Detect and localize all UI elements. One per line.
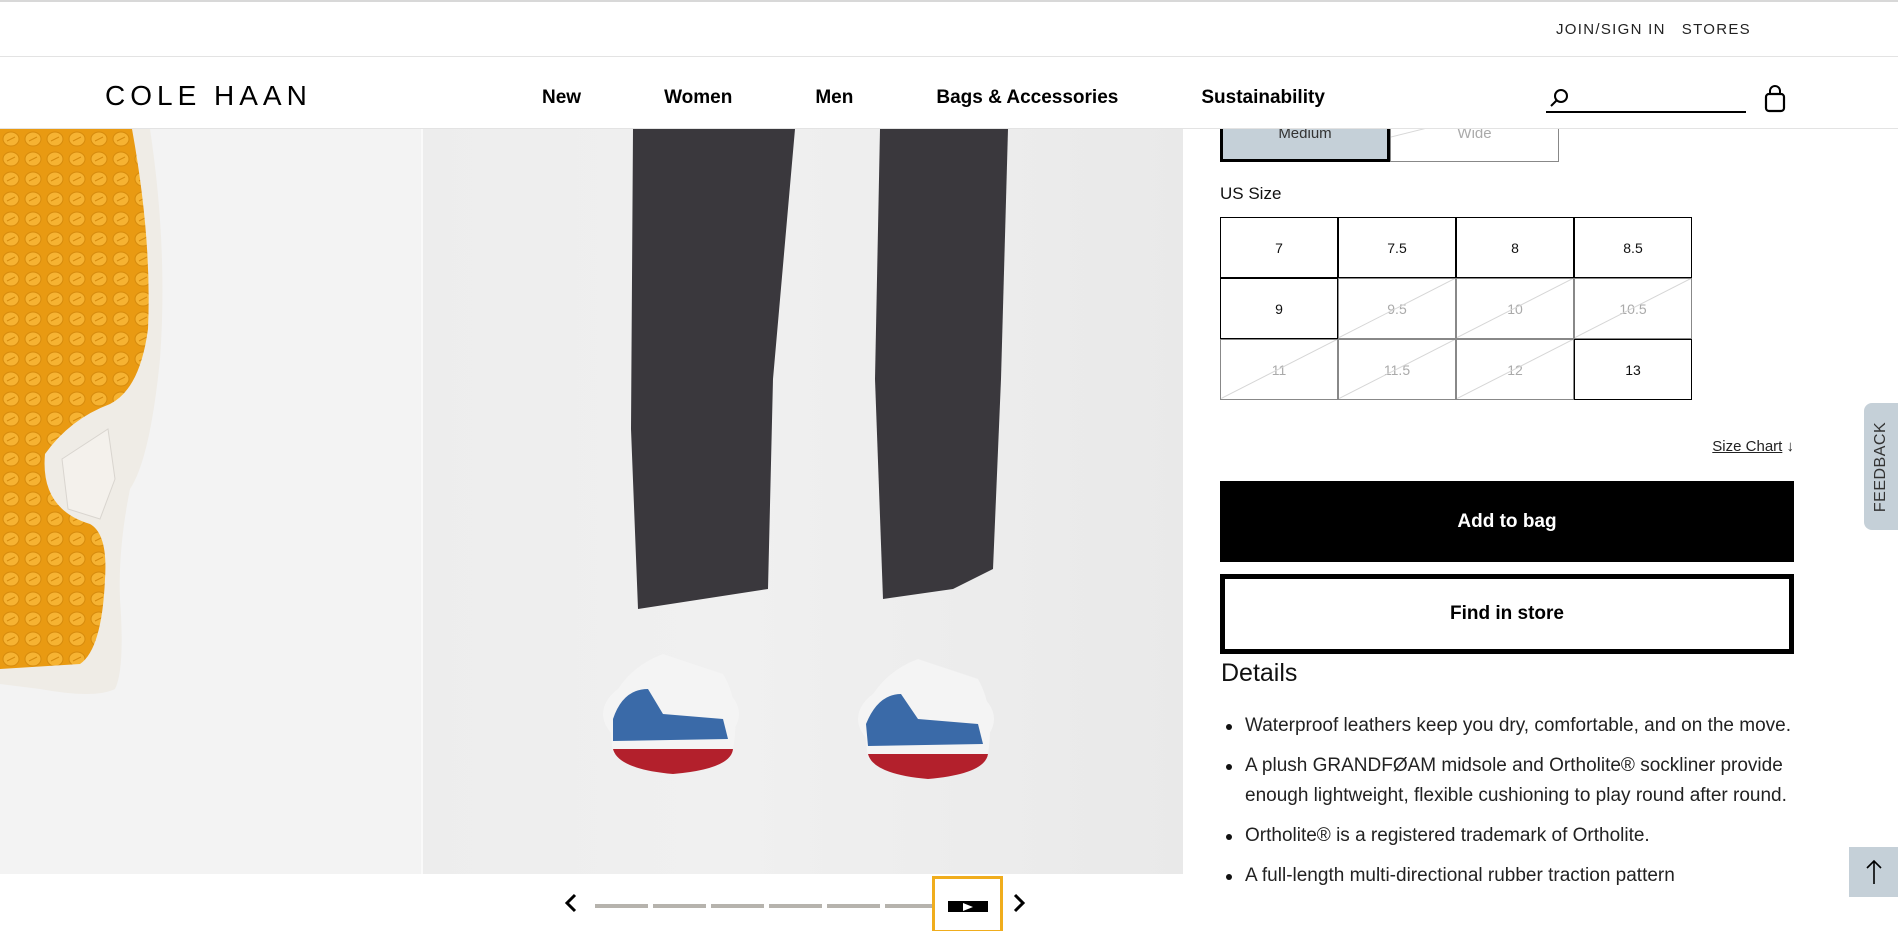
join-sign-in-link[interactable]: JOIN/SIGN IN — [1556, 21, 1666, 38]
arrow-down-icon: ↓ — [1786, 438, 1795, 455]
carousel-indicator[interactable] — [769, 904, 822, 908]
chevron-right-icon[interactable] — [1010, 892, 1028, 914]
size-option-unavailable[interactable]: 12 — [1456, 339, 1574, 400]
details-item: A plush GRANDFØAM midsole and Ortholite®… — [1220, 751, 1794, 811]
size-option[interactable]: 7 — [1220, 217, 1338, 278]
size-option-unavailable[interactable]: 11.5 — [1338, 339, 1456, 400]
size-grid: 7 7.5 8 8.5 9 9.5 10 10.5 11 11.5 12 13 — [1220, 217, 1692, 400]
size-option-unavailable[interactable]: 10.5 — [1574, 278, 1692, 339]
details-heading: Details — [1221, 659, 1298, 687]
outsole-illustration — [0, 129, 163, 694]
carousel-video-thumb-active[interactable] — [932, 876, 1003, 931]
details-item: Ortholite® is a registered trademark of … — [1220, 821, 1794, 851]
nav-men[interactable]: Men — [815, 87, 853, 109]
details-item: Waterproof leathers keep you dry, comfor… — [1220, 711, 1794, 741]
product-image-outsole[interactable] — [0, 129, 420, 874]
nav-sustainability[interactable]: Sustainability — [1201, 87, 1325, 109]
size-option[interactable]: 8.5 — [1574, 217, 1692, 278]
size-option-unavailable[interactable]: 11 — [1220, 339, 1338, 400]
size-chart-label: Size Chart — [1712, 438, 1783, 455]
main-nav: New Women Men Bags & Accessories Sustain… — [542, 87, 1325, 109]
nav-bags-accessories[interactable]: Bags & Accessories — [936, 87, 1118, 109]
size-option-unavailable[interactable]: 10 — [1456, 278, 1574, 339]
search-box — [1546, 87, 1746, 113]
feedback-tab[interactable]: FEEDBACK — [1864, 403, 1898, 530]
carousel-indicator[interactable] — [653, 904, 706, 908]
nav-new[interactable]: New — [542, 87, 581, 109]
main-header: COLE HAAN New Women Men Bags & Accessori… — [0, 57, 1898, 129]
model-legs-illustration — [603, 129, 1008, 779]
shopping-bag-icon[interactable] — [1763, 85, 1787, 113]
add-to-bag-button[interactable]: Add to bag — [1220, 481, 1794, 562]
details-list: Waterproof leathers keep you dry, comfor… — [1220, 711, 1794, 901]
play-icon — [963, 903, 973, 911]
back-to-top-button[interactable] — [1849, 847, 1898, 897]
stores-link[interactable]: STORES — [1682, 21, 1751, 38]
size-option[interactable]: 7.5 — [1338, 217, 1456, 278]
logo[interactable]: COLE HAAN — [105, 80, 312, 112]
carousel-indicator[interactable] — [827, 904, 880, 908]
find-in-store-button[interactable]: Find in store — [1220, 574, 1794, 654]
nav-women[interactable]: Women — [664, 87, 732, 109]
size-option[interactable]: 13 — [1574, 339, 1692, 400]
size-option[interactable]: 8 — [1456, 217, 1574, 278]
search-icon[interactable] — [1548, 87, 1570, 109]
carousel-indicator[interactable] — [885, 904, 938, 908]
search-input[interactable] — [1574, 87, 1742, 111]
size-option-unavailable[interactable]: 9.5 — [1338, 278, 1456, 339]
product-video[interactable] — [421, 129, 1183, 874]
arrow-up-icon — [1865, 859, 1882, 884]
chevron-left-icon[interactable] — [562, 892, 580, 914]
gallery-carousel — [0, 874, 1183, 931]
carousel-indicator[interactable] — [595, 904, 648, 908]
feedback-label: FEEDBACK — [1872, 421, 1889, 512]
size-label: US Size — [1220, 184, 1282, 203]
utility-bar: JOIN/SIGN IN STORES — [0, 0, 1898, 57]
carousel-indicator[interactable] — [711, 904, 764, 908]
size-option[interactable]: 9 — [1220, 278, 1338, 339]
product-gallery — [0, 129, 1183, 874]
utility-links: JOIN/SIGN IN STORES — [1556, 21, 1751, 38]
size-chart-link[interactable]: Size Chart ↓ — [1712, 438, 1794, 455]
details-item: A full-length multi-directional rubber t… — [1220, 861, 1794, 891]
